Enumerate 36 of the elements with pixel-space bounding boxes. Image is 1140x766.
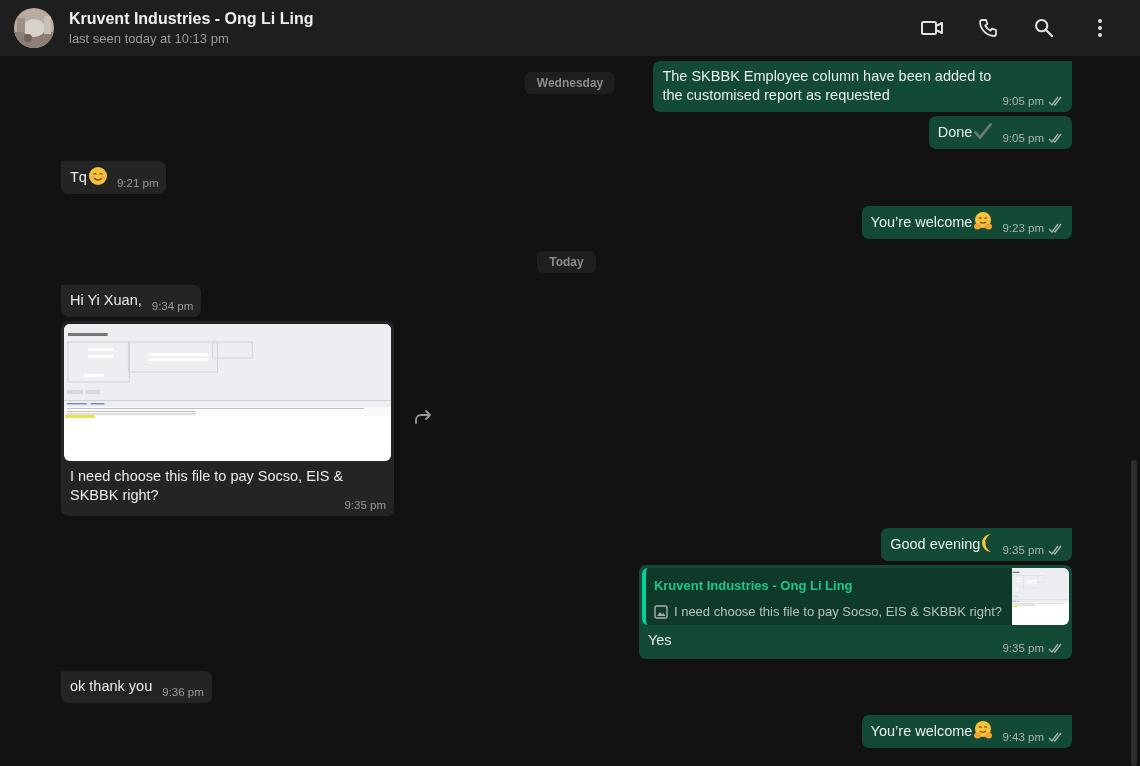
- search-button[interactable]: [1032, 16, 1056, 40]
- message-text: Good evening: [890, 536, 981, 552]
- message-text: You’re welcome: [870, 723, 973, 739]
- message-time: 9:35 pm: [1002, 543, 1044, 557]
- message-text: Done: [937, 124, 973, 140]
- message-time: 9:34 pm: [151, 299, 194, 313]
- message-time: 9:05 pm: [1002, 94, 1044, 108]
- menu-icon: [1098, 19, 1102, 37]
- message-text: Hi Yi Xuan,: [70, 292, 142, 308]
- voice-call-button[interactable]: [976, 16, 1000, 40]
- video-camera-icon: [921, 21, 943, 35]
- message-time: 9:21 pm: [116, 176, 159, 190]
- search-icon: [1035, 19, 1053, 37]
- forward-icon: [415, 410, 431, 424]
- date-chip: Wednesday: [524, 72, 616, 94]
- message-text: The SKBBK Employee column have been added to the customised report as requested: [662, 68, 992, 103]
- message-time: 9:35 pm: [344, 498, 386, 512]
- message-text: Yes: [647, 632, 672, 648]
- quote-text: I need choose this file to pay Socso, EIS & SKBBK right?: [673, 603, 1002, 621]
- message-time: 9:43 pm: [1002, 730, 1044, 744]
- image-icon: [653, 604, 668, 619]
- message-time: 9:23 pm: [1002, 221, 1044, 235]
- quote-author: Kruvent Industries - Ong Li Ling: [653, 577, 854, 595]
- last-seen-status: last seen today at 10:13 pm: [69, 31, 230, 46]
- message-text: ok thank you: [70, 678, 153, 694]
- message-time: 9:36 pm: [162, 685, 204, 699]
- message-time: 9:35 pm: [1002, 641, 1044, 655]
- contact-name: Kruvent Industries - Ong Li Ling: [69, 10, 315, 28]
- message-text: I need choose this file to pay Socso, EIS & SKBBK right?: [70, 468, 344, 503]
- message-text: Tq: [70, 169, 87, 185]
- phone-icon: [979, 19, 997, 37]
- scrollbar[interactable]: [1131, 460, 1137, 766]
- date-chip: Today: [537, 251, 596, 273]
- message-text: You’re welcome: [870, 214, 973, 230]
- quoted-message[interactable]: Kruvent Industries - Ong Li Ling I need choose this file to pay Socso, EIS & SKBBK right?: [641, 568, 1069, 625]
- message-time: 9:05 pm: [1002, 131, 1044, 145]
